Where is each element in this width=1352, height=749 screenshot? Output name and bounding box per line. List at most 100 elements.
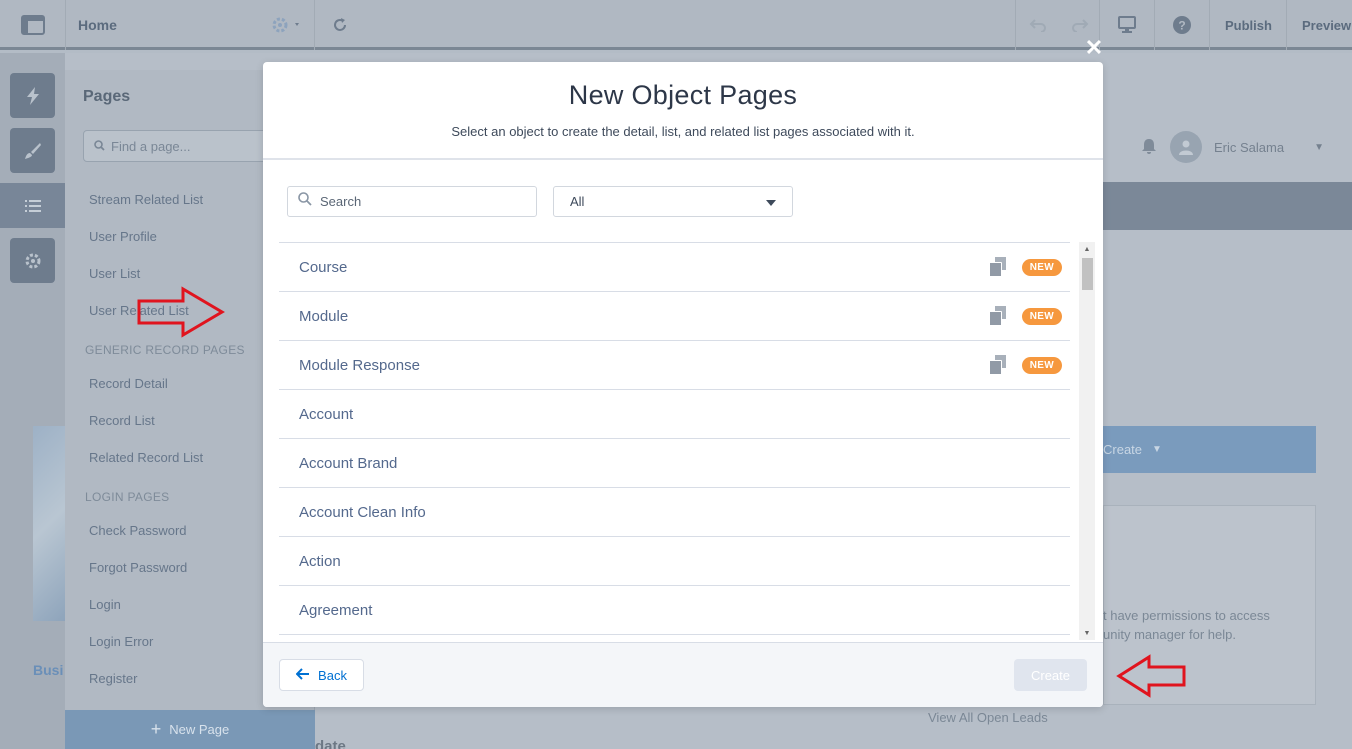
chevron-down-icon	[766, 194, 776, 209]
pages-list-icon[interactable]	[0, 183, 65, 228]
page-item-login-error[interactable]: Login Error	[89, 634, 153, 649]
find-page-input[interactable]: Find a page...	[83, 130, 283, 162]
section-login-pages: LOGIN PAGES	[85, 490, 170, 504]
page-selector-label[interactable]: Home	[78, 0, 117, 50]
permission-text-line-1: t have permissions to access	[1103, 608, 1270, 623]
object-name: Account Brand	[299, 454, 398, 472]
new-page-button[interactable]: + New Page	[65, 710, 315, 749]
publish-button[interactable]: Publish	[1225, 0, 1272, 50]
page-item-stream-related-list[interactable]: Stream Related List	[89, 192, 203, 207]
arrow-left-icon	[295, 667, 310, 683]
hero-image-fragment	[33, 426, 65, 621]
object-row[interactable]: Action	[279, 536, 1070, 585]
object-row-meta: NEW	[988, 305, 1062, 327]
annotation-arrow-right-icon	[137, 286, 225, 338]
copy-pages-icon	[988, 256, 1010, 278]
object-name: Account	[299, 405, 354, 423]
modal-subtitle: Select an object to create the detail, l…	[451, 124, 915, 139]
components-lightning-icon[interactable]	[10, 73, 55, 118]
help-icon[interactable]: ?	[1155, 0, 1210, 50]
scroll-up-arrow-icon[interactable]: ▲	[1079, 242, 1095, 256]
page-item-register[interactable]: Register	[89, 671, 137, 686]
back-button[interactable]: Back	[279, 659, 364, 691]
avatar	[1170, 131, 1202, 163]
object-name: Agreement	[299, 601, 373, 619]
search-icon	[298, 192, 312, 211]
plus-icon: +	[150, 719, 162, 739]
object-filter-select[interactable]: All	[553, 186, 793, 217]
modal-title: New Object Pages	[568, 80, 798, 110]
object-name: Action	[299, 552, 341, 570]
page-item-related-record-list[interactable]: Related Record List	[89, 450, 203, 465]
builder-left-rail	[0, 53, 65, 749]
layout-icon[interactable]	[0, 0, 66, 50]
create-button[interactable]: Create	[1014, 659, 1087, 691]
settings-gear-icon[interactable]	[10, 238, 55, 283]
page-item-user-list[interactable]: User List	[89, 266, 140, 281]
page-item-record-detail[interactable]: Record Detail	[89, 376, 168, 391]
preview-create-button[interactable]: Create ▼	[1103, 426, 1316, 473]
copy-pages-icon	[988, 354, 1010, 376]
object-list-scrollbar[interactable]: ▲ ▼	[1079, 242, 1095, 640]
chevron-down-icon: ▼	[1152, 444, 1162, 455]
page-item-forgot-password[interactable]: Forgot Password	[89, 560, 187, 575]
chevron-down-icon: ▼	[1314, 141, 1324, 153]
new-badge: NEW	[1021, 258, 1062, 276]
scroll-down-arrow-icon[interactable]: ▼	[1079, 626, 1095, 640]
new-badge: NEW	[1021, 307, 1062, 325]
modal-header: New Object Pages Select an object to cre…	[263, 62, 1103, 160]
heading-fragment: date	[315, 738, 346, 749]
object-name: Course	[299, 258, 348, 276]
notification-bell-icon[interactable]	[1140, 137, 1158, 158]
page-item-login[interactable]: Login	[89, 597, 121, 612]
object-row[interactable]: Agreement	[279, 585, 1070, 634]
modal-footer: Back Create	[263, 642, 1103, 707]
preview-create-label: Create	[1103, 442, 1143, 457]
page-settings-gear-icon[interactable]	[260, 0, 315, 50]
page-item-user-profile[interactable]: User Profile	[89, 229, 157, 244]
modal-close-icon[interactable]: ✕	[1084, 37, 1104, 59]
user-name: Eric Salama	[1214, 139, 1285, 155]
find-page-placeholder: Find a page...	[111, 138, 191, 154]
theme-brush-icon[interactable]	[10, 128, 55, 173]
object-row[interactable]: Module NEW	[279, 291, 1070, 340]
object-row-meta: NEW	[988, 256, 1062, 278]
object-row[interactable]: Account Clean Info	[279, 487, 1070, 536]
object-row[interactable]: Module Response NEW	[279, 340, 1070, 389]
object-row[interactable]: Course NEW	[279, 242, 1070, 291]
copy-pages-icon	[988, 305, 1010, 327]
object-row[interactable]	[279, 634, 1070, 640]
back-label: Back	[318, 667, 347, 683]
section-generic-record-pages: GENERIC RECORD PAGES	[85, 343, 245, 357]
tab-fragment: Busi	[33, 662, 64, 678]
undo-icon[interactable]	[1015, 0, 1060, 50]
pages-panel-title: Pages	[83, 88, 131, 105]
object-list: Course NEW Module NEW Module Response NEW Acco…	[279, 242, 1070, 640]
search-icon	[94, 139, 105, 154]
builder-topbar: Home ? Publish Preview	[0, 0, 1352, 50]
device-preview-icon[interactable]	[1100, 0, 1155, 50]
object-name: Module	[299, 307, 349, 325]
preview-button[interactable]: Preview	[1302, 0, 1351, 50]
new-page-label: New Page	[169, 722, 230, 737]
user-profile-menu[interactable]: Eric Salama ▼	[1140, 130, 1324, 164]
svg-text:?: ?	[1178, 19, 1185, 33]
object-list-viewport: Course NEW Module NEW Module Response NEW Acco…	[279, 242, 1095, 640]
object-row[interactable]: Account Brand	[279, 438, 1070, 487]
object-filter-value: All	[570, 194, 585, 209]
refresh-icon[interactable]	[315, 0, 365, 50]
object-search-field[interactable]	[287, 186, 537, 217]
object-row-meta: NEW	[988, 354, 1062, 376]
new-badge: NEW	[1021, 356, 1062, 374]
annotation-arrow-left-icon	[1116, 654, 1186, 698]
object-search-input[interactable]	[320, 194, 520, 209]
page-item-record-list[interactable]: Record List	[89, 413, 155, 428]
object-name: Module Response	[299, 356, 420, 374]
new-object-pages-modal: New Object Pages Select an object to cre…	[263, 62, 1103, 707]
view-leads-link[interactable]: View All Open Leads	[928, 710, 1048, 725]
page-item-check-password[interactable]: Check Password	[89, 523, 187, 538]
scrollbar-thumb[interactable]	[1082, 258, 1093, 290]
object-row[interactable]: Account	[279, 389, 1070, 438]
object-name: Account Clean Info	[299, 503, 426, 521]
topbar-divider	[1286, 0, 1287, 50]
